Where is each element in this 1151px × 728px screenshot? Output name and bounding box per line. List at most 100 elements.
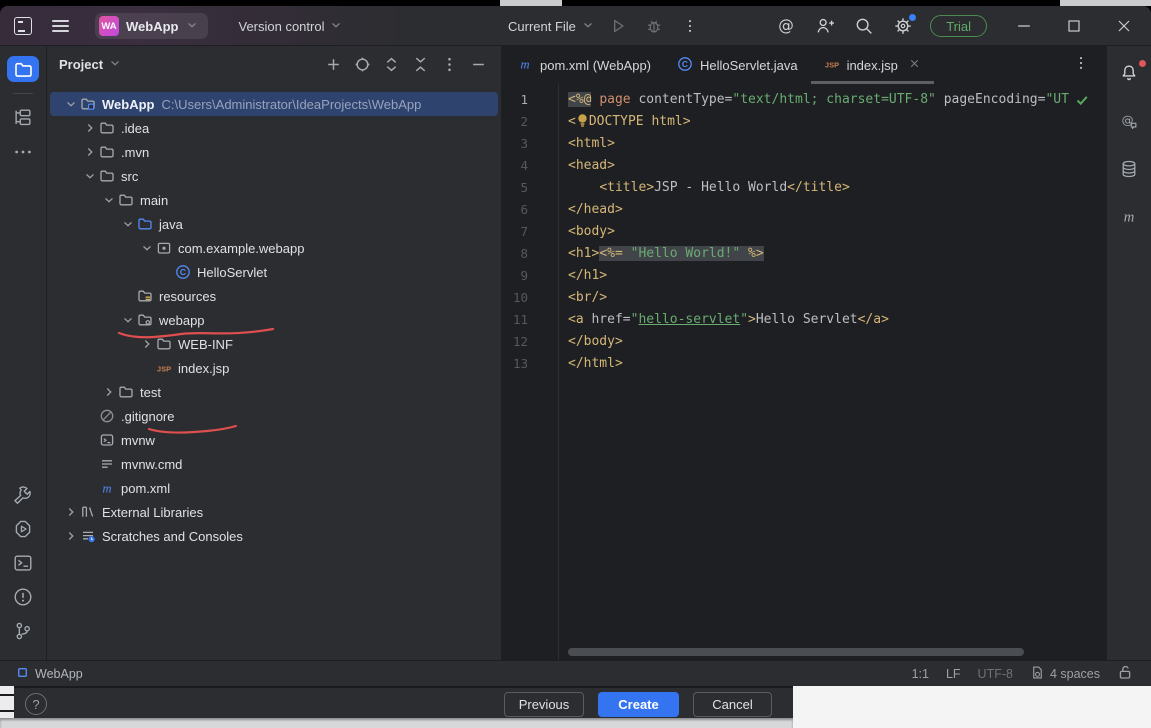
editor-tab-index.jsp[interactable]: JSPindex.jsp [811, 46, 934, 84]
tree-item-scratches-and-consoles[interactable]: Scratches and Consoles [50, 524, 498, 548]
tree-item-java[interactable]: java [50, 212, 498, 236]
maven-icon[interactable]: m [1113, 204, 1145, 230]
code-token: </head> [568, 202, 623, 217]
svg-text:JSP: JSP [824, 60, 838, 69]
chevron-down-icon[interactable] [99, 192, 118, 208]
debug-icon[interactable] [641, 13, 667, 39]
previous-button[interactable]: Previous [504, 692, 584, 717]
run-configuration-selector[interactable]: Current File [508, 18, 595, 35]
ai-assistant-icon[interactable]: @ [773, 13, 799, 39]
tree-item-webapp[interactable]: WebAppC:\Users\Administrator\IdeaProject… [50, 92, 498, 116]
search-everywhere-icon[interactable] [851, 13, 877, 39]
settings-gear-icon[interactable] [890, 13, 916, 39]
editor-tab-helloservlet.java[interactable]: CHelloServlet.java [664, 46, 811, 84]
chevron-right-icon[interactable] [80, 144, 99, 160]
tree-item-webapp[interactable]: webapp [50, 308, 498, 332]
hide-icon[interactable] [467, 53, 489, 75]
code-line-9: </h1> [568, 265, 1092, 287]
tree-item-main[interactable]: main [50, 188, 498, 212]
editor-tab-pom.xml[interactable]: mpom.xml (WebApp) [504, 46, 664, 84]
tree-item-pom.xml[interactable]: mpom.xml [50, 476, 498, 500]
more-options-icon[interactable] [438, 53, 460, 75]
tab-options-kebab-icon[interactable] [1072, 54, 1090, 75]
chevron-down-icon[interactable] [61, 96, 80, 112]
build-tool-window-icon[interactable] [7, 482, 39, 508]
tree-item-index.jsp[interactable]: JSPindex.jsp [50, 356, 498, 380]
services-tool-window-icon[interactable] [7, 516, 39, 542]
more-run-options-icon[interactable] [677, 13, 703, 39]
tree-item-helloservlet[interactable]: CHelloServlet [50, 260, 498, 284]
structure-tool-window-icon[interactable] [7, 105, 39, 131]
caret-position[interactable]: 1:1 [912, 667, 929, 681]
add-icon[interactable] [322, 53, 344, 75]
chevron-right-icon[interactable] [61, 528, 80, 544]
main-menu-button[interactable] [44, 14, 77, 38]
tree-item-.mvn[interactable]: .mvn [50, 140, 498, 164]
line-separator[interactable]: LF [946, 667, 961, 681]
maximize-button[interactable] [1061, 13, 1087, 39]
code-area[interactable]: 12345678910111213 <%@ page contentType="… [502, 84, 1106, 660]
tree-item-test[interactable]: test [50, 380, 498, 404]
version-control-menu[interactable]: Version control [232, 14, 349, 39]
class-icon: C [677, 56, 693, 75]
line-number: 12 [502, 331, 528, 353]
chevron-right-icon[interactable] [80, 120, 99, 136]
terminal-tool-window-icon[interactable] [7, 550, 39, 576]
right-tool-strip: @m [1106, 46, 1151, 660]
code-line-5: <title>JSP - Hello World</title> [568, 177, 1092, 199]
tree-item-mvnw[interactable]: mvnw [50, 428, 498, 452]
tree-item-.idea[interactable]: .idea [50, 116, 498, 140]
code-line-2: <DOCTYPE html> [568, 111, 1092, 133]
chevron-down-icon[interactable] [118, 312, 137, 328]
tree-item-external-libraries[interactable]: External Libraries [50, 500, 498, 524]
status-bar: WebApp 1:1 LF UTF-8 4 spaces [0, 660, 1151, 686]
project-panel-title-dropdown[interactable]: Project [59, 56, 122, 73]
cancel-button[interactable]: Cancel [693, 692, 772, 717]
ai-chat-icon[interactable]: @ [1113, 108, 1145, 134]
indent-widget[interactable]: 4 spaces [1030, 665, 1100, 683]
tree-item-com.example.webapp[interactable]: com.example.webapp [50, 236, 498, 260]
chevron-spacer [80, 480, 99, 496]
tree-item-label: External Libraries [102, 505, 203, 520]
chevron-down-icon[interactable] [137, 240, 156, 256]
close-button[interactable] [1111, 13, 1137, 39]
intention-bulb-icon[interactable] [576, 113, 589, 127]
run-icon[interactable] [605, 13, 631, 39]
chevron-right-icon[interactable] [61, 504, 80, 520]
file-encoding[interactable]: UTF-8 [978, 667, 1013, 681]
chevron-down-icon[interactable] [118, 216, 137, 232]
locate-icon[interactable] [351, 53, 373, 75]
write-access-unlock-icon[interactable] [1117, 664, 1133, 683]
more-tool-windows-icon[interactable] [7, 139, 39, 165]
project-tool-window-icon[interactable] [7, 56, 39, 82]
minimize-button[interactable] [1011, 13, 1037, 39]
help-button[interactable]: ? [25, 693, 47, 715]
problems-tool-window-icon[interactable] [7, 584, 39, 610]
code-text[interactable]: <%@ page contentType="text/html; charset… [568, 89, 1092, 375]
version-control-tool-window-icon[interactable] [7, 618, 39, 644]
horizontal-scrollbar[interactable] [568, 648, 1024, 656]
close-tab-icon[interactable] [908, 57, 921, 73]
database-icon[interactable] [1113, 156, 1145, 182]
tree-item-mvnw.cmd[interactable]: mvnw.cmd [50, 452, 498, 476]
folder-icon [99, 168, 115, 184]
collapse-all-icon[interactable] [409, 53, 431, 75]
tree-item-src[interactable]: src [50, 164, 498, 188]
notifications-icon[interactable] [1113, 60, 1145, 86]
code-token: <h1> [568, 246, 599, 261]
inspection-ok-icon[interactable] [1074, 92, 1090, 111]
trial-badge[interactable]: Trial [930, 15, 987, 37]
chevron-down-icon[interactable] [80, 168, 99, 184]
tree-item-resources[interactable]: resources [50, 284, 498, 308]
line-number: 2 [502, 111, 528, 133]
create-button[interactable]: Create [598, 692, 679, 717]
chevron-right-icon[interactable] [99, 384, 118, 400]
chevron-right-icon[interactable] [137, 336, 156, 352]
tree-item-.gitignore[interactable]: .gitignore [50, 404, 498, 428]
code-token: JSP - Hello World [654, 180, 787, 195]
tree-item-web-inf[interactable]: WEB-INF [50, 332, 498, 356]
expand-all-icon[interactable] [380, 53, 402, 75]
project-selector[interactable]: WA WebApp [95, 13, 208, 39]
status-module-widget[interactable]: WebApp [0, 667, 83, 681]
code-with-me-icon[interactable] [812, 13, 838, 39]
